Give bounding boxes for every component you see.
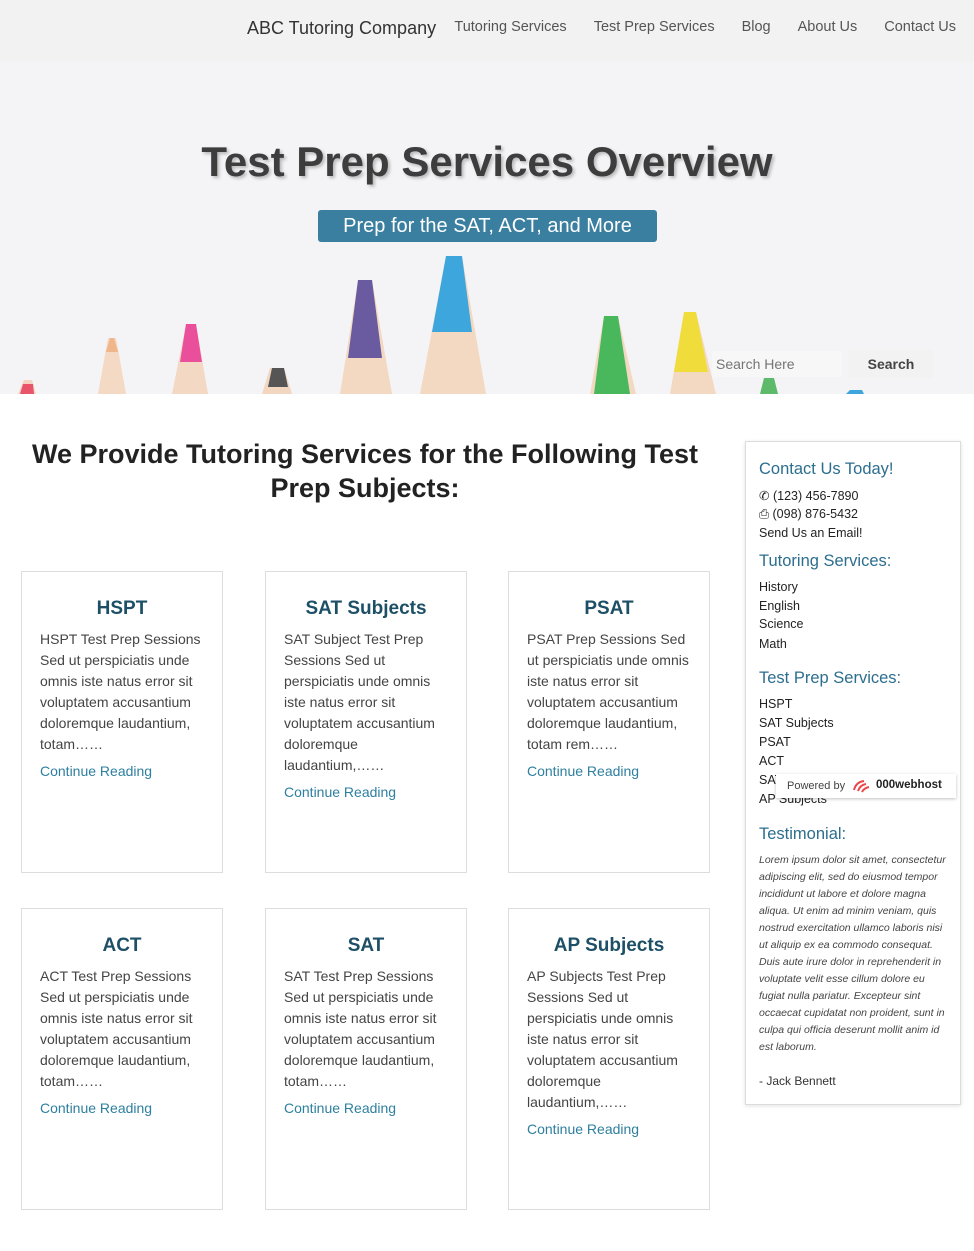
testimonial-text: Lorem ipsum dolor sit amet, consectetur … xyxy=(759,854,946,1053)
nav-contact-us[interactable]: Contact Us xyxy=(884,19,956,35)
phone-number[interactable]: (123) 456-7890 xyxy=(773,489,858,503)
card-text: AP Subjects Test Prep Sessions Sed ut pe… xyxy=(527,968,678,1110)
nav-blog[interactable]: Blog xyxy=(742,19,771,35)
powered-by-label: Powered by xyxy=(787,780,846,792)
continue-reading-link[interactable]: Continue Reading xyxy=(284,1098,454,1119)
section-heading: We Provide Tutoring Services for the Fol… xyxy=(31,439,699,503)
nav-about-us[interactable]: About Us xyxy=(798,19,858,35)
card-act: ACT ACT Test Prep Sessions Sed ut perspi… xyxy=(21,908,223,1210)
contact-heading: Contact Us Today! xyxy=(759,460,894,478)
fax-icon: ⎙ xyxy=(759,507,770,521)
continue-reading-link[interactable]: Continue Reading xyxy=(284,782,454,803)
email-link[interactable]: Send Us an Email! xyxy=(759,526,863,540)
hero-banner: Test Prep Services Overview Prep for the… xyxy=(0,62,974,394)
continue-reading-link[interactable]: Continue Reading xyxy=(40,1098,210,1119)
continue-reading-link[interactable]: Continue Reading xyxy=(527,761,697,782)
sidebar: Contact Us Today! ✆ (123) 456-7890 ⎙ (09… xyxy=(745,441,961,1105)
fax-number: (098) 876-5432 xyxy=(772,507,858,521)
continue-reading-link[interactable]: Continue Reading xyxy=(527,1119,697,1140)
sidebar-link-science[interactable]: Science xyxy=(759,617,803,631)
brand-link[interactable]: ABC Tutoring Company xyxy=(247,18,436,39)
nav-tutoring-services[interactable]: Tutoring Services xyxy=(454,19,566,35)
sidebar-link-hspt[interactable]: HSPT xyxy=(759,697,792,711)
sidebar-link-sat-subjects[interactable]: SAT Subjects xyxy=(759,716,834,730)
card-title: ACT xyxy=(102,935,142,956)
testprep-heading: Test Prep Services: xyxy=(759,669,902,687)
card-sat: SAT SAT Test Prep Sessions Sed ut perspi… xyxy=(265,908,467,1210)
card-title: HSPT xyxy=(96,598,148,619)
powered-by-badge[interactable]: Powered by 000webhost xyxy=(776,774,956,798)
search-input[interactable] xyxy=(712,351,842,377)
card-text: SAT Test Prep Sessions Sed ut perspiciat… xyxy=(284,968,437,1089)
sidebar-link-psat[interactable]: PSAT xyxy=(759,735,791,749)
card-ap-subjects: AP Subjects AP Subjects Test Prep Sessio… xyxy=(508,908,710,1210)
top-navbar: ABC Tutoring Company Tutoring Services T… xyxy=(0,0,974,62)
card-hspt: HSPT HSPT Test Prep Sessions Sed ut pers… xyxy=(21,571,223,873)
webhost-logo-icon xyxy=(853,780,870,793)
card-psat: PSAT PSAT Prep Sessions Sed ut perspicia… xyxy=(508,571,710,873)
hero-subtitle-badge: Prep for the SAT, ACT, and More xyxy=(318,210,657,242)
phone-icon: ✆ xyxy=(759,489,770,503)
card-text: ACT Test Prep Sessions Sed ut perspiciat… xyxy=(40,968,193,1089)
sidebar-link-english[interactable]: English xyxy=(759,599,800,613)
search-button[interactable]: Search xyxy=(849,350,933,378)
sidebar-link-history[interactable]: History xyxy=(759,580,798,594)
card-text: PSAT Prep Sessions Sed ut perspiciatis u… xyxy=(527,631,689,752)
card-title: PSAT xyxy=(584,598,634,619)
powered-by-brand: 000webhost xyxy=(876,779,942,791)
sidebar-link-math[interactable]: Math xyxy=(759,637,787,651)
card-text: SAT Subject Test Prep Sessions Sed ut pe… xyxy=(284,631,435,773)
testimonial-heading: Testimonial: xyxy=(759,825,847,843)
card-title: SAT Subjects xyxy=(305,598,427,619)
card-title: AP Subjects xyxy=(553,935,665,956)
continue-reading-link[interactable]: Continue Reading xyxy=(40,761,210,782)
nav-test-prep-services[interactable]: Test Prep Services xyxy=(594,19,715,35)
tutoring-heading: Tutoring Services: xyxy=(759,552,892,570)
testimonial-author: - Jack Bennett xyxy=(759,1074,836,1088)
card-title: SAT xyxy=(347,935,385,956)
card-text: HSPT Test Prep Sessions Sed ut perspicia… xyxy=(40,631,201,752)
hero-title: Test Prep Services Overview xyxy=(201,138,773,185)
card-sat-subjects: SAT Subjects SAT Subject Test Prep Sessi… xyxy=(265,571,467,873)
sidebar-link-act[interactable]: ACT xyxy=(759,754,784,768)
nav-links: Tutoring Services Test Prep Services Blo… xyxy=(454,19,956,35)
